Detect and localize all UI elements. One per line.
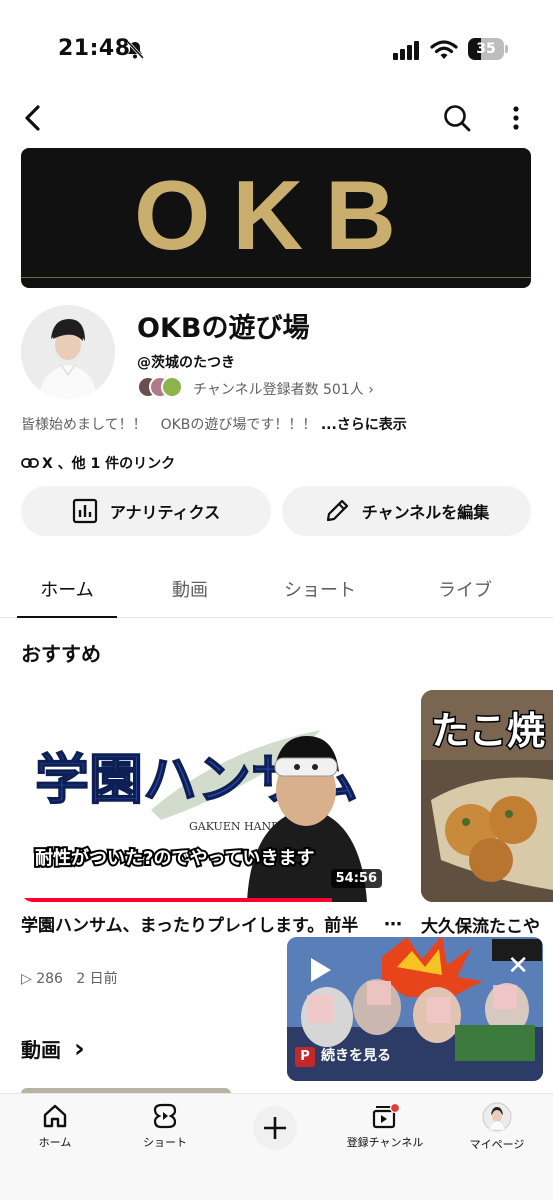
home-icon — [43, 1104, 67, 1128]
more-vert-icon[interactable] — [500, 102, 532, 134]
tab-shorts[interactable]: ショート — [270, 576, 370, 602]
banner-logo-text: OKB — [134, 160, 418, 270]
subscriber-avatar — [161, 376, 183, 398]
channel-avatar[interactable] — [21, 305, 115, 399]
close-icon[interactable]: ✕ — [507, 953, 529, 979]
video-meta: ▷ 286 2 日前 — [21, 968, 118, 988]
search-icon[interactable] — [441, 102, 473, 134]
thumbnail-caption-text: 耐性がついた?のでやっていきます — [35, 847, 315, 869]
miniplayer-label: P 続きを見る — [295, 1045, 391, 1067]
link-icon — [21, 458, 39, 468]
nav-shorts[interactable]: ショート — [120, 1102, 210, 1150]
battery-percent: 35 — [476, 41, 496, 57]
shorts-icon — [153, 1103, 177, 1129]
status-time: 21:48 — [58, 36, 131, 61]
tab-videos[interactable]: 動画 — [140, 576, 240, 602]
continue-watching-text: 続きを見る — [321, 1048, 391, 1064]
nav-account[interactable]: マイページ — [452, 1102, 542, 1152]
nav-home[interactable]: ホーム — [10, 1102, 100, 1150]
video-age: 2 日前 — [76, 971, 118, 987]
nav-shorts-label: ショート — [143, 1136, 187, 1149]
nav-home-label: ホーム — [38, 1136, 72, 1149]
channel-tabs: ホーム 動画 ショート ライブ — [0, 560, 553, 618]
play-icon[interactable] — [305, 955, 335, 985]
video-more-icon[interactable]: ⋯ — [384, 914, 402, 935]
edit-channel-label: チャンネルを編集 — [361, 503, 490, 522]
channel-links[interactable]: X 、他 1 件のリンク — [21, 453, 175, 473]
videos-section-title: 動画 — [21, 1038, 61, 1062]
video-title[interactable]: 学園ハンサム、まったりプレイします。前半 — [21, 912, 361, 940]
nav-subscriptions-label: 登録チャンネル — [346, 1136, 424, 1149]
tab-live[interactable]: ライブ — [415, 576, 515, 602]
bell-muted-icon — [126, 40, 145, 60]
video-thumbnail[interactable]: 学園ハンサム GAKUEN HANDSOME 耐性がついた?のでやっていきます … — [21, 690, 400, 902]
videos-section-heading[interactable]: 動画 › — [21, 1034, 85, 1064]
channel-name: OKBの遊び場 — [137, 313, 310, 344]
links-text: X 、他 1 件のリンク — [42, 456, 176, 472]
miniplayer-badge: P — [295, 1047, 315, 1067]
video-duration: 54:56 — [330, 869, 382, 888]
back-icon[interactable] — [18, 102, 50, 134]
subscriber-count: チャンネル登録者数 501人 › — [193, 382, 374, 398]
channel-banner: OKB — [21, 148, 531, 288]
miniplayer[interactable]: ✕ P 続きを見る — [287, 937, 543, 1081]
active-tab-indicator — [17, 616, 117, 618]
battery-indicator: 35 — [468, 38, 508, 60]
analytics-label: アナリティクス — [109, 503, 221, 522]
pencil-icon — [326, 499, 348, 522]
status-bar: 21:48 35 — [0, 0, 553, 100]
video-views: ▷ 286 — [21, 971, 63, 987]
bottom-navigation: ホーム ショート 登録チャンネル マイページ — [0, 1093, 553, 1200]
chevron-right-icon: › — [73, 1034, 85, 1064]
analytics-button[interactable]: アナリティクス — [21, 486, 271, 536]
recommended-heading: おすすめ — [21, 642, 101, 666]
video-title-2[interactable]: 大久保流たこや — [421, 912, 540, 937]
nav-subscriptions[interactable]: 登録チャンネル — [340, 1102, 430, 1150]
wifi-icon — [430, 40, 458, 59]
subscriber-count-row[interactable]: チャンネル登録者数 501人 › — [137, 376, 397, 400]
account-icon — [482, 1102, 512, 1132]
nav-account-label: マイページ — [469, 1138, 525, 1151]
channel-handle: @茨城のたつき — [137, 355, 235, 371]
video-thumbnail-2[interactable]: たこ焼 — [421, 690, 553, 902]
description-text: 皆様始めまして！！ OKBの遊び場です！！！ — [21, 417, 317, 433]
subscriptions-icon — [372, 1102, 400, 1129]
create-icon — [264, 1117, 286, 1139]
signal-icon — [393, 41, 419, 60]
thumbnail2-title-text: たこ焼 — [431, 709, 545, 753]
nav-create[interactable] — [253, 1106, 297, 1150]
analytics-icon — [72, 498, 97, 524]
edit-channel-button[interactable]: チャンネルを編集 — [282, 486, 531, 536]
channel-description[interactable]: 皆様始めまして！！ OKBの遊び場です！！！ ...さらに表示 — [21, 414, 407, 434]
watch-progress-bar — [21, 898, 332, 902]
tab-home[interactable]: ホーム — [17, 576, 117, 602]
show-more-link[interactable]: ...さらに表示 — [321, 417, 407, 433]
